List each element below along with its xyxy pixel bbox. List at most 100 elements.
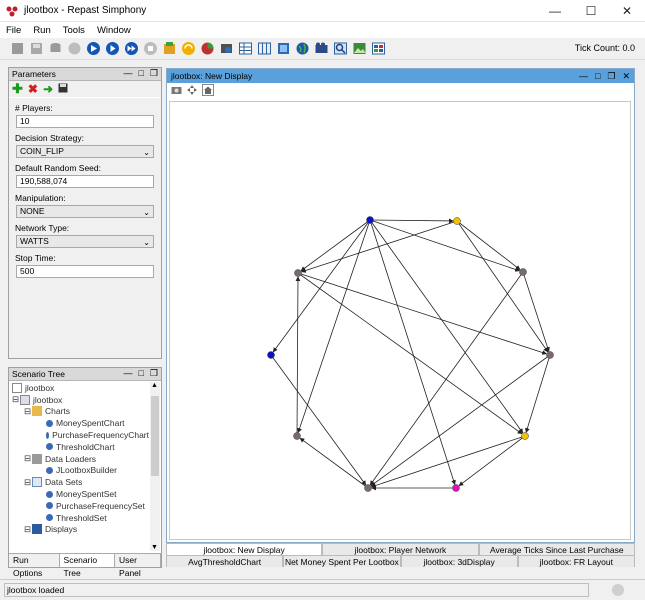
network-node[interactable] [521, 432, 529, 440]
tab-player-network[interactable]: jlootbox: Player Network [322, 543, 479, 555]
network-node[interactable] [519, 268, 527, 276]
scroll-down-icon[interactable]: ▼ [151, 544, 158, 551]
panel-maximize-icon[interactable]: ❐ [150, 68, 158, 79]
menu-tools[interactable]: Tools [57, 25, 91, 36]
decision-strategy-value: COIN_FLIP [20, 146, 64, 156]
panel-minimize-icon[interactable]: — [123, 68, 132, 79]
random-seed-input[interactable]: 190,588,074 [16, 175, 154, 188]
stop-icon[interactable] [143, 41, 158, 56]
tree-item[interactable]: MoneySpentChart [10, 417, 149, 429]
display-header: jlootbox: New Display — □ ❐ ✕ [167, 69, 634, 83]
menu-run[interactable]: Run [27, 25, 56, 36]
display-maximize-icon[interactable]: ❐ [607, 69, 615, 83]
tab-average-ticks[interactable]: Average Ticks Since Last Purchase [478, 543, 635, 555]
window-icon[interactable] [371, 41, 386, 56]
play-icon[interactable] [105, 41, 120, 56]
tree-item[interactable]: jlootbox [10, 382, 149, 394]
globe-icon[interactable] [295, 41, 310, 56]
tree-scrollbar[interactable]: ▲ ▼ [150, 382, 160, 551]
network-edge [522, 271, 550, 352]
tree-item[interactable]: ThresholdSet [10, 512, 149, 524]
collapse-icon[interactable]: ⊟ [12, 394, 20, 405]
movie-icon[interactable] [314, 41, 329, 56]
tab-scenario-tree[interactable]: Scenario Tree [59, 554, 116, 578]
maximize-button[interactable]: ☐ [573, 0, 609, 22]
menu-window[interactable]: Window [91, 25, 137, 36]
network-node[interactable] [453, 217, 461, 225]
panel-restore-icon[interactable]: □ [138, 368, 143, 379]
minimize-button[interactable]: — [537, 0, 573, 22]
display-window: jlootbox: New Display — □ ❐ ✕ [166, 68, 635, 543]
reset-icon[interactable] [162, 41, 177, 56]
grid-icon[interactable] [257, 41, 272, 56]
display-restore-icon[interactable]: □ [595, 69, 600, 83]
data-icon[interactable] [276, 41, 291, 56]
tree-item[interactable]: ⊟ Data Loaders [10, 453, 149, 465]
panel-maximize-icon[interactable]: ❐ [150, 368, 158, 379]
stop-time-input[interactable]: 500 [16, 265, 154, 278]
home-icon[interactable] [202, 84, 214, 98]
tab-fr-layout[interactable]: jlootbox: FR Layout [517, 555, 635, 567]
tab-3d-display[interactable]: jlootbox: 3dDisplay [400, 555, 518, 567]
decision-strategy-select[interactable]: COIN_FLIP ⌄ [16, 145, 154, 158]
tree-item[interactable]: ⊟ Data Sets [10, 476, 149, 488]
step-icon[interactable] [86, 41, 101, 56]
network-node[interactable] [294, 269, 302, 277]
tab-avg-threshold-chart[interactable]: AvgThresholdChart [166, 555, 284, 567]
network-node[interactable] [366, 216, 374, 224]
players-input[interactable]: 10 [16, 115, 154, 128]
network-type-select[interactable]: WATTS ⌄ [16, 235, 154, 248]
tree-item[interactable]: ThresholdChart [10, 441, 149, 453]
tree-item[interactable]: PurchaseFrequencySet [10, 500, 149, 512]
tree-item[interactable]: ⊟ Displays [10, 524, 149, 536]
network-node[interactable] [452, 484, 460, 492]
tree-item[interactable]: ⊟ jlootbox [10, 394, 149, 406]
save-icon[interactable] [29, 41, 44, 56]
save-params-icon[interactable] [58, 83, 68, 95]
data-set-icon [32, 477, 42, 488]
tab-run-options[interactable]: Run Options [9, 554, 60, 578]
collapse-icon[interactable]: ⊟ [24, 477, 32, 488]
display-minimize-icon[interactable]: — [579, 69, 588, 83]
export-icon[interactable] [219, 41, 234, 56]
apply-arrow-icon[interactable]: ➜ [43, 82, 53, 96]
collapse-icon[interactable]: ⊟ [24, 524, 32, 535]
tree-item[interactable]: PurchaseFrequencyChart [10, 429, 149, 441]
scroll-up-icon[interactable]: ▲ [151, 382, 158, 389]
pan-icon[interactable] [187, 85, 197, 97]
tree-item[interactable]: ⊟ Charts [10, 406, 149, 418]
tab-net-money-spent[interactable]: Net Money Spent Per Lootbox [283, 555, 401, 567]
network-node[interactable] [546, 351, 554, 359]
scenario-tree: jlootbox ⊟ jlootbox ⊟ Charts MoneySpentCha… [10, 382, 149, 551]
image-icon[interactable] [352, 41, 367, 56]
initialize-icon[interactable] [67, 41, 82, 56]
network-node[interactable] [364, 484, 372, 492]
display-close-icon[interactable]: ✕ [622, 69, 630, 83]
add-icon[interactable]: ✚ [12, 81, 23, 97]
database-icon[interactable] [48, 41, 63, 56]
network-node[interactable] [293, 432, 301, 440]
tab-new-display[interactable]: jlootbox: New Display [166, 543, 323, 555]
zoom-icon[interactable] [333, 41, 348, 56]
scrollbar-thumb[interactable] [151, 396, 159, 476]
panel-minimize-icon[interactable]: — [123, 368, 132, 379]
remove-icon[interactable]: ✖ [28, 82, 38, 96]
tab-user-panel[interactable]: User Panel [115, 554, 162, 578]
camera-icon[interactable] [171, 85, 182, 97]
close-button[interactable]: ✕ [609, 0, 645, 22]
save-model-icon[interactable] [10, 41, 25, 56]
table-icon[interactable] [238, 41, 253, 56]
collapse-icon[interactable]: ⊟ [24, 406, 32, 417]
panel-restore-icon[interactable]: □ [138, 68, 143, 79]
chart-icon[interactable] [200, 41, 215, 56]
tree-item[interactable]: JLootboxBuilder [10, 465, 149, 477]
tree-item[interactable]: MoneySpentSet [10, 488, 149, 500]
fast-forward-icon[interactable] [124, 41, 139, 56]
collapse-icon[interactable]: ⊟ [24, 453, 32, 464]
refresh-icon[interactable] [181, 41, 196, 56]
network-graph-area[interactable] [169, 101, 631, 540]
players-label: # Players: [15, 103, 53, 113]
network-node[interactable] [267, 351, 275, 359]
menu-file[interactable]: File [0, 25, 27, 36]
manipulation-select[interactable]: NONE ⌄ [16, 205, 154, 218]
